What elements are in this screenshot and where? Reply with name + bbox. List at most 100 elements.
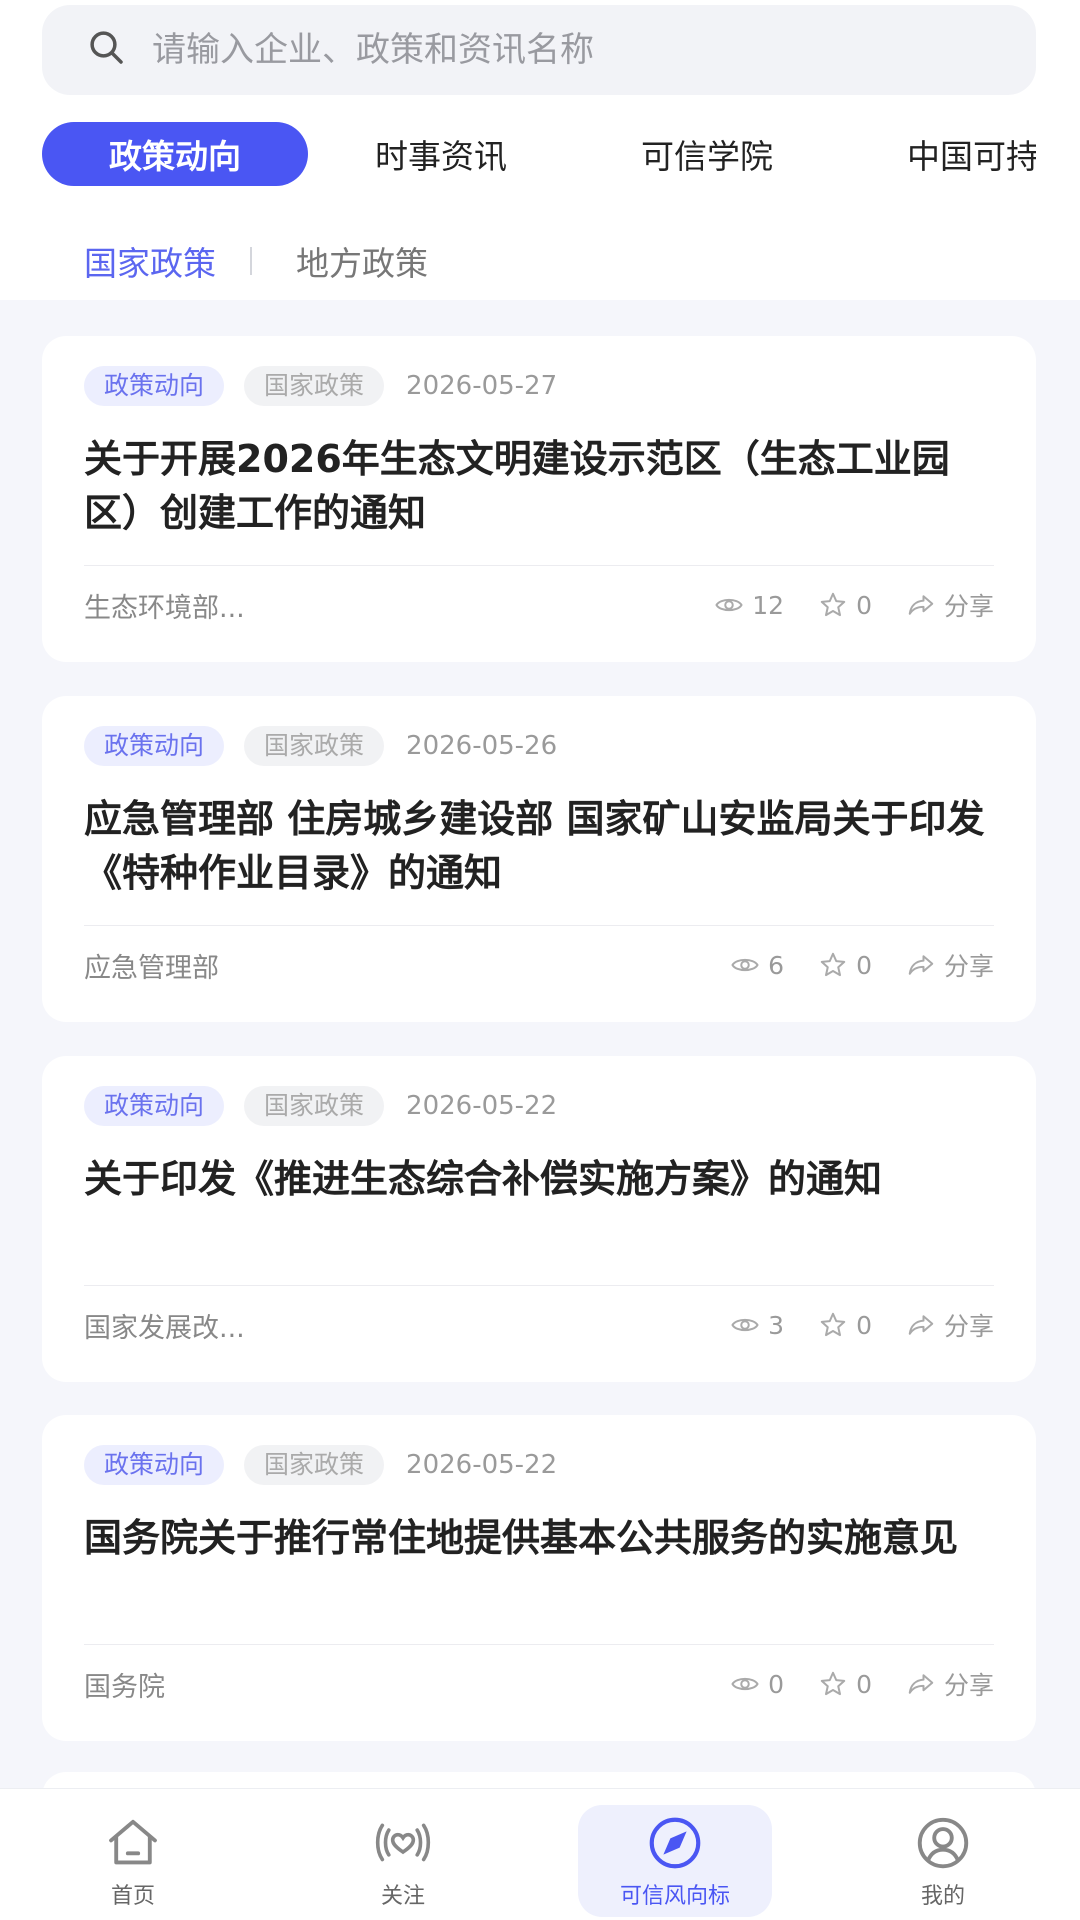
nav-trust-compass[interactable]: 可信风向标 [578,1805,772,1917]
category-tabs: 政策动向 时事资讯 可信学院 中国可持 [0,122,1036,188]
nav-profile-label: 我的 [920,1884,965,1909]
view-count: 12 [714,590,784,620]
subcategory-tag: 国家政策 [244,366,385,406]
star-icon [820,1671,846,1696]
subcategory-tag: 国家政策 [244,1445,385,1485]
card-divider [84,565,994,566]
share-button[interactable]: 分享 [906,587,994,623]
home-icon [109,1819,157,1865]
compass-icon [649,1817,701,1869]
article-footer: 应急管理部 6 0 分享 [84,940,994,990]
article-source: 国务院 [84,1671,165,1703]
article-source: 国家发展改... [84,1312,245,1344]
favorite-button[interactable]: 0 [818,950,872,980]
view-count-value: 12 [752,590,785,620]
article-card[interactable]: 政策动向 国家政策 2026-05-22 关于印发《推进生态综合补偿实施方案》的… [42,1056,1036,1382]
share-label: 分享 [943,952,994,981]
article-card[interactable]: 政策动向 国家政策 2026-05-22 国务院关于推行常住地提供基本公共服务的… [42,1415,1036,1741]
view-count-value: 3 [768,1310,785,1340]
article-source: 生态环境部... [84,592,245,624]
policy-subtabs: 国家政策 地方政策 [84,236,428,286]
favorite-count: 0 [856,1669,872,1699]
article-stats: 12 0 分享 [680,587,994,623]
category-tag: 政策动向 [84,726,225,766]
star-icon [820,592,846,617]
subtab-divider [250,247,252,275]
view-count-value: 6 [768,950,785,980]
article-date: 2026-05-26 [406,731,558,761]
share-label: 分享 [943,1671,994,1700]
nav-home-label: 首页 [110,1884,155,1909]
article-stats: 6 0 分享 [696,947,994,983]
user-icon [917,1817,969,1869]
view-count-value: 0 [768,1669,785,1699]
article-card[interactable]: 政策动向 国家政策 2026-05-27 关于开展2026年生态文明建设示范区（… [42,336,1036,662]
article-stats: 0 0 分享 [696,1666,994,1702]
search-input[interactable] [152,30,1036,70]
search-icon [86,27,128,73]
share-button[interactable]: 分享 [906,947,994,983]
article-date: 2026-05-22 [406,1450,558,1480]
eye-icon [715,598,743,612]
tab-policy-trends[interactable]: 政策动向 [42,122,308,186]
nav-follow[interactable]: 关注 [306,1805,500,1917]
subcategory-tag: 国家政策 [244,726,385,766]
category-tag: 政策动向 [84,1086,225,1126]
nav-home[interactable]: 首页 [36,1805,230,1917]
favorite-button[interactable]: 0 [818,590,872,620]
nav-trust-compass-label: 可信风向标 [619,1884,730,1909]
article-title[interactable]: 应急管理部 住房城乡建设部 国家矿山安监局关于印发《特种作业目录》的通知 [84,792,1004,900]
nav-profile[interactable]: 我的 [846,1805,1040,1917]
eye-icon [731,1677,759,1691]
header-area: 政策动向 时事资讯 可信学院 中国可持 国家政策 地方政策 [0,0,1080,300]
share-icon [908,595,934,615]
view-count: 3 [730,1310,784,1340]
search-bar[interactable] [42,5,1036,95]
favorite-count: 0 [856,590,872,620]
subtab-national-policy[interactable]: 国家政策 [84,237,216,285]
article-title[interactable]: 关于开展2026年生态文明建设示范区（生态工业园区）创建工作的通知 [84,432,1004,540]
category-tag: 政策动向 [84,366,225,406]
article-meta: 政策动向 国家政策 2026-05-22 [84,1445,557,1485]
article-footer: 国家发展改... 3 0 分享 [84,1300,994,1350]
card-divider [84,1285,994,1286]
star-icon [820,1312,846,1337]
article-meta: 政策动向 国家政策 2026-05-22 [84,1086,557,1126]
eye-icon [731,958,759,972]
article-card[interactable]: 政策动向 国家政策 2026-05-26 应急管理部 住房城乡建设部 国家矿山安… [42,696,1036,1022]
share-icon [908,1315,934,1335]
tab-current-news[interactable]: 时事资讯 [308,122,574,186]
share-label: 分享 [943,592,994,621]
share-icon [908,955,934,975]
favorite-button[interactable]: 0 [818,1310,872,1340]
article-date: 2026-05-27 [406,371,558,401]
article-date: 2026-05-22 [406,1091,558,1121]
tab-academy[interactable]: 可信学院 [574,122,840,186]
bottom-tab-bar: 首页 关注 可信风向标 我的 [0,1788,1080,1920]
nav-follow-label: 关注 [380,1884,425,1909]
article-title[interactable]: 国务院关于推行常住地提供基本公共服务的实施意见 [84,1511,1004,1565]
subtab-local-policy[interactable]: 地方政策 [296,237,428,285]
favorite-count: 0 [856,950,872,980]
share-button[interactable]: 分享 [906,1307,994,1343]
share-button[interactable]: 分享 [906,1666,994,1702]
article-stats: 3 0 分享 [696,1307,994,1343]
share-icon [908,1674,934,1694]
share-label: 分享 [943,1312,994,1341]
broadcast-heart-icon [375,1823,431,1862]
favorite-count: 0 [856,1310,872,1340]
article-footer: 国务院 0 0 分享 [84,1659,994,1709]
article-meta: 政策动向 国家政策 2026-05-26 [84,726,557,766]
article-source: 应急管理部 [84,952,219,984]
article-meta: 政策动向 国家政策 2026-05-27 [84,366,557,406]
view-count: 6 [730,950,784,980]
card-divider [84,1644,994,1645]
article-footer: 生态环境部... 12 0 分享 [84,580,994,630]
view-count: 0 [730,1669,784,1699]
tab-china-sustainable[interactable]: 中国可持 [840,122,1036,186]
card-divider [84,925,994,926]
favorite-button[interactable]: 0 [818,1669,872,1699]
article-title[interactable]: 关于印发《推进生态综合补偿实施方案》的通知 [84,1152,1004,1206]
eye-icon [731,1318,759,1332]
subcategory-tag: 国家政策 [244,1086,385,1126]
